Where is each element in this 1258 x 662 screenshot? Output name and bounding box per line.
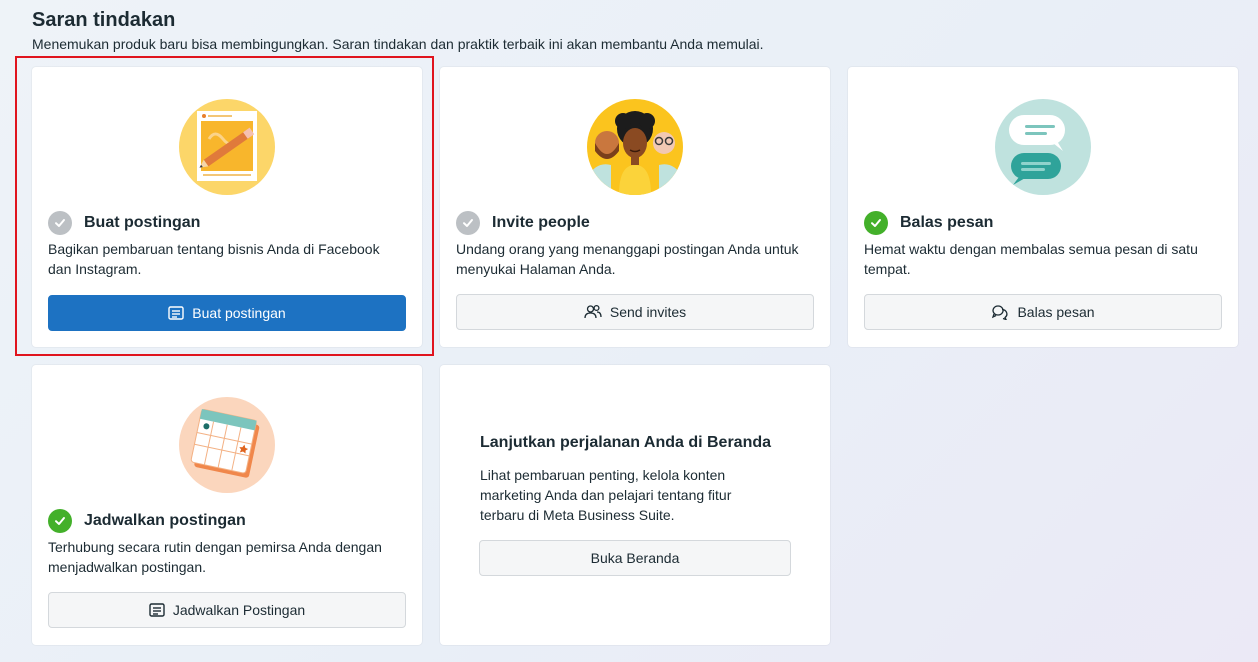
card-title: Buat postingan xyxy=(84,214,201,231)
create-post-button[interactable]: Buat postingan xyxy=(48,295,406,331)
card-description: Terhubung secara rutin dengan pemirsa An… xyxy=(48,539,382,575)
schedule-posts-button[interactable]: Jadwalkan Postingan xyxy=(48,592,406,628)
page-title: Saran tindakan xyxy=(32,9,176,31)
page-subtitle: Menemukan produk baru bisa membingungkan… xyxy=(32,36,764,52)
card-invite-people: Invite people Undang orang yang menangga… xyxy=(440,67,830,347)
card-title-row: Invite people xyxy=(456,211,814,235)
card-schedule-posts: Jadwalkan postingan Terhubung secara rut… xyxy=(32,365,422,645)
check-circle-icon xyxy=(48,509,72,533)
button-label: Buka Beranda xyxy=(590,550,680,566)
home-card-description: Lihat pembaruan penting, kelola konten m… xyxy=(480,467,732,523)
card-title-row: Balas pesan xyxy=(864,211,1222,235)
card-title-row: Buat postingan xyxy=(48,211,406,235)
button-label: Buat postingan xyxy=(192,305,286,321)
check-circle-icon xyxy=(864,211,888,235)
check-circle-icon xyxy=(456,211,480,235)
button-label: Send invites xyxy=(609,304,687,320)
button-label: Jadwalkan Postingan xyxy=(172,602,306,618)
card-title: Invite people xyxy=(492,214,590,231)
card-reply-messages: Balas pesan Hemat waktu dengan membalas … xyxy=(848,67,1238,347)
calendar-illustration xyxy=(179,397,275,493)
card-home: Lanjutkan perjalanan Anda di Beranda Lih… xyxy=(440,365,830,645)
people-illustration xyxy=(587,99,683,195)
button-label: Balas pesan xyxy=(1017,304,1095,320)
card-create-post: Buat postingan Bagikan pembaruan tentang… xyxy=(32,67,422,347)
post-pencil-illustration xyxy=(179,99,275,195)
card-description: Hemat waktu dengan membalas semua pesan … xyxy=(864,241,1198,277)
card-title: Jadwalkan postingan xyxy=(84,512,246,529)
open-home-button[interactable]: Buka Beranda xyxy=(479,540,791,576)
reply-messages-button[interactable]: Balas pesan xyxy=(864,294,1222,330)
post-icon xyxy=(149,603,165,617)
card-title-row: Jadwalkan postingan xyxy=(48,509,406,533)
card-description: Bagikan pembaruan tentang bisnis Anda di… xyxy=(48,241,380,277)
post-icon xyxy=(168,306,184,320)
chat-bubbles-illustration xyxy=(995,99,1091,195)
card-title: Balas pesan xyxy=(900,214,994,231)
card-description: Undang orang yang menanggapi postingan A… xyxy=(456,241,799,277)
home-card-title: Lanjutkan perjalanan Anda di Beranda xyxy=(480,434,772,451)
people-icon xyxy=(584,304,602,320)
section-header: Saran tindakan Menemukan produk baru bis… xyxy=(32,8,764,53)
chat-icon xyxy=(991,304,1009,320)
send-invites-button[interactable]: Send invites xyxy=(456,294,814,330)
check-circle-icon xyxy=(48,211,72,235)
